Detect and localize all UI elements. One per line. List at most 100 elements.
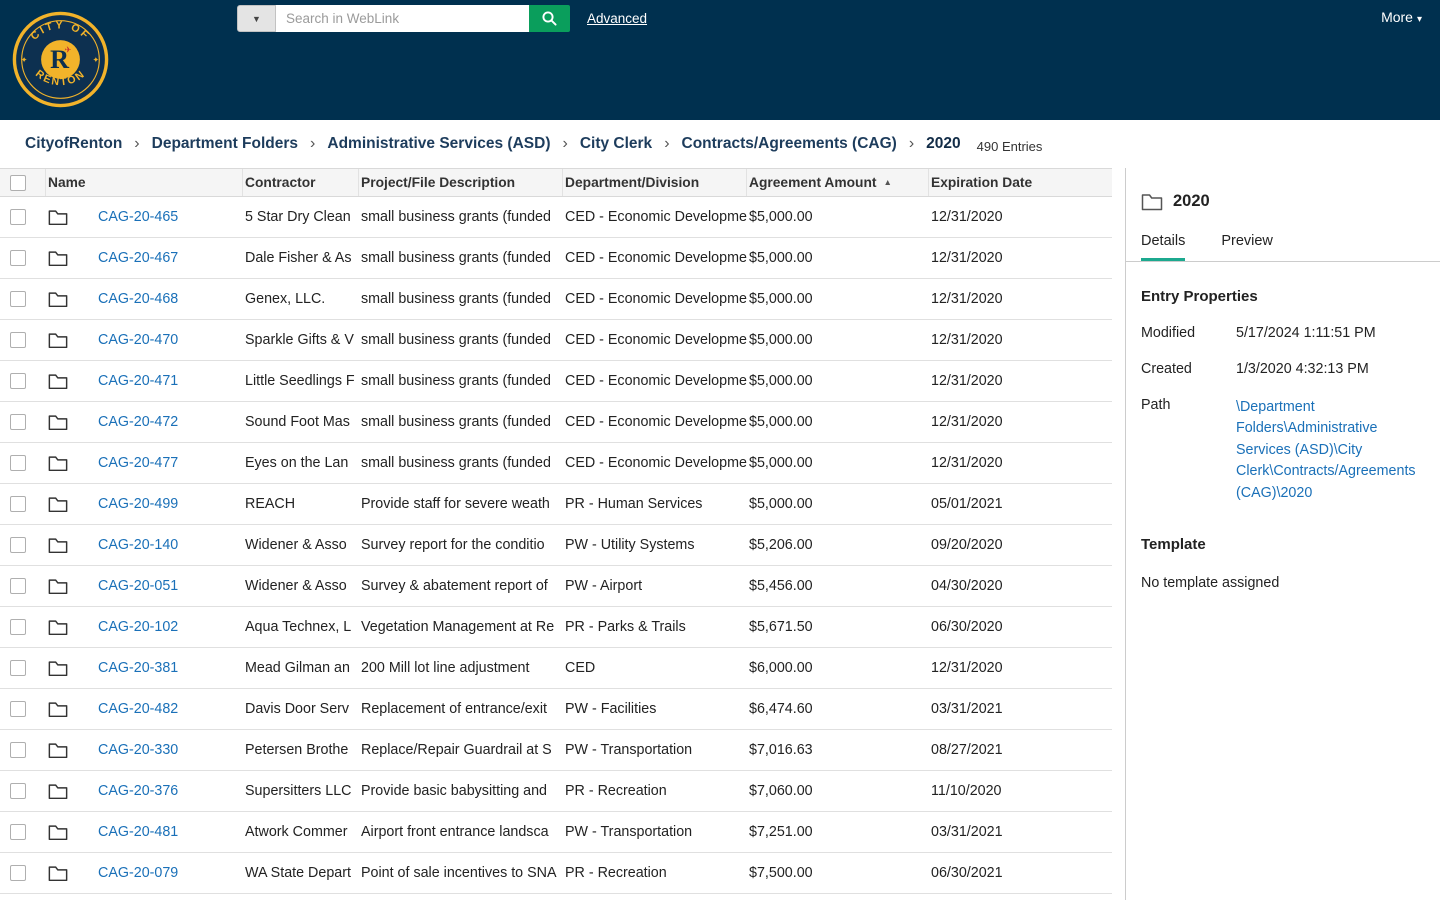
row-checkbox[interactable]: [10, 660, 26, 677]
more-menu[interactable]: More ▾: [1381, 9, 1422, 25]
breadcrumb-item[interactable]: CityofRenton: [25, 135, 122, 153]
panel-gutter: [1112, 168, 1125, 900]
search-button[interactable]: [529, 5, 570, 32]
description-cell: Airport front entrance landsca: [361, 824, 549, 840]
created-label: Created: [1141, 361, 1192, 377]
entry-link[interactable]: CAG-20-102: [98, 619, 178, 635]
col-project-description[interactable]: Project/File Description: [359, 169, 563, 196]
breadcrumb-item[interactable]: Department Folders: [152, 135, 298, 153]
entry-link[interactable]: CAG-20-467: [98, 250, 178, 266]
tab-details[interactable]: Details: [1141, 233, 1186, 261]
row-checkbox[interactable]: [10, 578, 26, 595]
panel-tabs: Details Preview: [1126, 233, 1440, 262]
contractor-cell: Widener & Asso: [245, 537, 347, 553]
breadcrumb-item[interactable]: 2020: [926, 135, 960, 153]
description-cell: Vegetation Management at Re: [361, 619, 555, 635]
department-cell: PW - Airport: [565, 578, 643, 594]
entry-link[interactable]: CAG-20-079: [98, 865, 178, 881]
breadcrumb-item[interactable]: Contracts/Agreements (CAG): [682, 135, 897, 153]
col-agreement-amount[interactable]: Agreement Amount ▲: [747, 169, 929, 196]
search-input[interactable]: [276, 5, 529, 32]
amount-cell: $5,000.00: [749, 250, 813, 266]
entries-count: 490 Entries: [976, 138, 1043, 154]
row-checkbox[interactable]: [10, 373, 26, 390]
row-checkbox[interactable]: [10, 619, 26, 636]
department-cell: PW - Facilities: [565, 701, 657, 717]
table-row[interactable]: CAG-20-140 Widener & Asso Survey report …: [0, 525, 1112, 566]
row-checkbox[interactable]: [10, 291, 26, 308]
details-panel: 2020 Details Preview Entry Properties Mo…: [1125, 168, 1440, 900]
table-body: CAG-20-465 5 Star Dry Clean small busine…: [0, 197, 1112, 894]
contractor-cell: Widener & Asso: [245, 578, 347, 594]
table-row[interactable]: CAG-20-079 WA State Depart Point of sale…: [0, 853, 1112, 894]
amount-cell: $5,206.00: [749, 537, 813, 553]
entry-link[interactable]: CAG-20-481: [98, 824, 178, 840]
entry-listing: Name Contractor Project/File Description…: [0, 168, 1112, 900]
table-row[interactable]: CAG-20-465 5 Star Dry Clean small busine…: [0, 197, 1112, 238]
expiration-cell: 05/01/2021: [931, 496, 1003, 512]
col-expiration-date[interactable]: Expiration Date: [929, 169, 1112, 196]
folder-icon: [48, 373, 68, 389]
col-name[interactable]: Name: [46, 169, 243, 196]
description-cell: Replace/Repair Guardrail at S: [361, 742, 552, 758]
entry-link[interactable]: CAG-20-468: [98, 291, 178, 307]
table-row[interactable]: CAG-20-376 Supersitters LLC Provide basi…: [0, 771, 1112, 812]
contractor-cell: Sound Foot Mas: [245, 414, 350, 430]
table-row[interactable]: CAG-20-381 Mead Gilman an 200 Mill lot l…: [0, 648, 1112, 689]
entry-link[interactable]: CAG-20-482: [98, 701, 178, 717]
table-row[interactable]: CAG-20-468 Genex, LLC. small business gr…: [0, 279, 1112, 320]
entry-link[interactable]: CAG-20-470: [98, 332, 178, 348]
table-row[interactable]: CAG-20-051 Widener & Asso Survey & abate…: [0, 566, 1112, 607]
row-checkbox[interactable]: [10, 701, 26, 718]
contractor-cell: Davis Door Serv: [245, 701, 350, 717]
table-row[interactable]: CAG-20-102 Aqua Technex, L Vegetation Ma…: [0, 607, 1112, 648]
advanced-search-link[interactable]: Advanced: [587, 11, 647, 26]
select-all-checkbox[interactable]: [10, 174, 26, 191]
row-checkbox[interactable]: [10, 250, 26, 267]
entry-link[interactable]: CAG-20-381: [98, 660, 178, 676]
table-row[interactable]: CAG-20-472 Sound Foot Mas small business…: [0, 402, 1112, 443]
table-row[interactable]: CAG-20-499 REACH Provide staff for sever…: [0, 484, 1112, 525]
row-checkbox[interactable]: [10, 455, 26, 472]
row-checkbox[interactable]: [10, 865, 26, 882]
row-checkbox[interactable]: [10, 209, 26, 226]
entry-link[interactable]: CAG-20-140: [98, 537, 178, 553]
breadcrumb-separator-icon: ›: [562, 135, 568, 152]
sort-ascending-icon: ▲: [883, 176, 892, 187]
entry-link[interactable]: CAG-20-499: [98, 496, 178, 512]
breadcrumb-item[interactable]: City Clerk: [580, 135, 652, 153]
row-checkbox[interactable]: [10, 824, 26, 841]
department-cell: PR - Recreation: [565, 783, 667, 799]
entry-link[interactable]: CAG-20-051: [98, 578, 178, 594]
row-checkbox[interactable]: [10, 332, 26, 349]
expiration-cell: 12/31/2020: [931, 332, 1003, 348]
breadcrumb-item[interactable]: Administrative Services (ASD): [327, 135, 550, 153]
entry-link[interactable]: CAG-20-330: [98, 742, 178, 758]
row-checkbox[interactable]: [10, 742, 26, 759]
contractor-cell: Eyes on the Lan: [245, 455, 349, 471]
entry-link[interactable]: CAG-20-376: [98, 783, 178, 799]
entry-link[interactable]: CAG-20-472: [98, 414, 178, 430]
template-value: No template assigned: [1141, 575, 1280, 592]
department-cell: CED: [565, 660, 596, 676]
path-link[interactable]: \Department Folders\Administrative Servi…: [1236, 397, 1422, 504]
table-row[interactable]: CAG-20-330 Petersen Brothe Replace/Repai…: [0, 730, 1112, 771]
table-row[interactable]: CAG-20-481 Atwork Commer Airport front e…: [0, 812, 1112, 853]
table-row[interactable]: CAG-20-471 Little Seedlings F small busi…: [0, 361, 1112, 402]
table-row[interactable]: CAG-20-477 Eyes on the Lan small busines…: [0, 443, 1112, 484]
entry-link[interactable]: CAG-20-477: [98, 455, 178, 471]
row-checkbox[interactable]: [10, 496, 26, 513]
table-row[interactable]: CAG-20-482 Davis Door Serv Replacement o…: [0, 689, 1112, 730]
table-row[interactable]: CAG-20-470 Sparkle Gifts & V small busin…: [0, 320, 1112, 361]
row-checkbox[interactable]: [10, 783, 26, 800]
search-scope-dropdown[interactable]: ▼: [237, 5, 276, 32]
tab-preview[interactable]: Preview: [1221, 233, 1273, 261]
entry-link[interactable]: CAG-20-471: [98, 373, 178, 389]
table-row[interactable]: CAG-20-467 Dale Fisher & As small busine…: [0, 238, 1112, 279]
col-contractor[interactable]: Contractor: [243, 169, 359, 196]
row-checkbox[interactable]: [10, 537, 26, 554]
col-department-division[interactable]: Department/Division: [563, 169, 747, 196]
amount-cell: $5,456.00: [749, 578, 813, 594]
entry-link[interactable]: CAG-20-465: [98, 209, 178, 225]
row-checkbox[interactable]: [10, 414, 26, 431]
